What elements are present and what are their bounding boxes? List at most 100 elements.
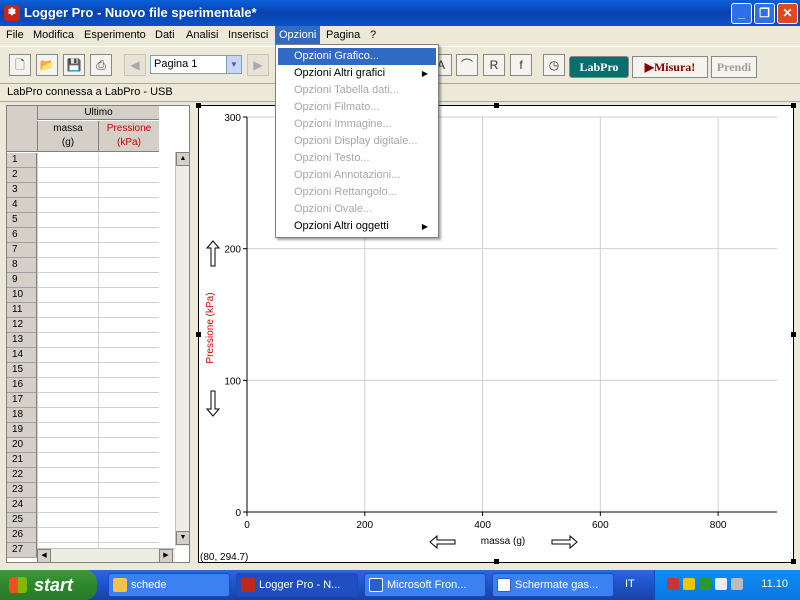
table-cell[interactable] xyxy=(98,318,159,333)
table-cell[interactable] xyxy=(37,393,98,408)
menu-opzioni[interactable]: Opzioni xyxy=(275,26,321,44)
table-cell[interactable] xyxy=(98,423,159,438)
update-icon[interactable] xyxy=(715,578,727,590)
linear-fit-icon[interactable]: R xyxy=(483,54,505,76)
y-axis-down-arrow-icon[interactable] xyxy=(205,390,221,417)
table-cell[interactable] xyxy=(37,348,98,363)
column-header-pressione[interactable]: Pressione (kPa) xyxy=(98,121,159,152)
table-cell[interactable] xyxy=(37,483,98,498)
resize-handle[interactable] xyxy=(791,332,796,337)
table-cell[interactable] xyxy=(98,408,159,423)
menu-item-opzioni-altri-grafici[interactable]: Opzioni Altri grafici ▶ xyxy=(278,65,436,82)
table-cell[interactable] xyxy=(37,243,98,258)
table-cell[interactable] xyxy=(98,513,159,528)
start-button[interactable]: start xyxy=(0,570,97,600)
row-number[interactable]: 9 xyxy=(7,273,37,288)
menu-inserisci[interactable]: Inserisci xyxy=(224,26,272,44)
row-number[interactable]: 27 xyxy=(7,543,37,558)
table-cell[interactable] xyxy=(37,408,98,423)
menu-analisi[interactable]: Analisi xyxy=(182,26,222,44)
resize-handle[interactable] xyxy=(791,103,796,108)
row-number[interactable]: 19 xyxy=(7,423,37,438)
taskbar-item-schede[interactable]: schede xyxy=(108,573,230,597)
row-number[interactable]: 13 xyxy=(7,333,37,348)
table-cell[interactable] xyxy=(98,228,159,243)
curve-fit-icon[interactable]: f xyxy=(510,54,532,76)
table-cell[interactable] xyxy=(37,273,98,288)
table-cell[interactable] xyxy=(37,468,98,483)
prendi-button[interactable]: Prendi xyxy=(711,56,757,78)
table-cell[interactable] xyxy=(37,153,98,168)
taskbar-item-word[interactable]: Schermate gas... xyxy=(492,573,614,597)
volume-icon[interactable] xyxy=(731,578,743,590)
table-cell[interactable] xyxy=(37,423,98,438)
menu-item-opzioni-annotazioni[interactable]: Opzioni Annotazioni... xyxy=(278,167,436,184)
table-cell[interactable] xyxy=(98,438,159,453)
menu-item-opzioni-grafico[interactable]: Opzioni Grafico... xyxy=(278,48,436,65)
table-cell[interactable] xyxy=(98,483,159,498)
row-number[interactable]: 11 xyxy=(7,303,37,318)
row-number[interactable]: 1 xyxy=(7,153,37,168)
table-cell[interactable] xyxy=(37,378,98,393)
table-cell[interactable] xyxy=(37,198,98,213)
table-cell[interactable] xyxy=(98,183,159,198)
menu-item-opzioni-rettangolo[interactable]: Opzioni Rettangolo... xyxy=(278,184,436,201)
row-number[interactable]: 8 xyxy=(7,258,37,273)
row-number[interactable]: 6 xyxy=(7,228,37,243)
menu-help[interactable]: ? xyxy=(366,26,380,44)
x-axis-right-arrow-icon[interactable] xyxy=(551,534,578,550)
menu-modifica[interactable]: Modifica xyxy=(29,26,78,44)
row-number[interactable]: 26 xyxy=(7,528,37,543)
table-cell[interactable] xyxy=(98,258,159,273)
menu-esperimento[interactable]: Esperimento xyxy=(80,26,150,44)
title-bar[interactable]: ✽ Logger Pro - Nuovo file sperimentale* … xyxy=(0,0,800,26)
table-cell[interactable] xyxy=(98,243,159,258)
resize-handle[interactable] xyxy=(494,559,499,564)
resize-handle[interactable] xyxy=(494,103,499,108)
chevron-down-icon[interactable]: ▼ xyxy=(226,56,241,73)
table-cell[interactable] xyxy=(37,498,98,513)
row-number[interactable]: 10 xyxy=(7,288,37,303)
minimize-button[interactable]: _ xyxy=(731,3,752,24)
table-cell[interactable] xyxy=(98,468,159,483)
scroll-down-icon[interactable]: ▼ xyxy=(176,531,189,545)
table-cell[interactable] xyxy=(98,198,159,213)
data-table[interactable]: Ultimo massa (g) Pressione (kPa) 1234567… xyxy=(6,105,190,563)
row-number[interactable]: 17 xyxy=(7,393,37,408)
shield-icon[interactable] xyxy=(683,578,695,590)
row-number[interactable]: 18 xyxy=(7,408,37,423)
table-cell[interactable] xyxy=(37,513,98,528)
measure-button[interactable]: ▶Misura! xyxy=(632,56,708,78)
labpro-button[interactable]: LabPro xyxy=(569,56,629,78)
row-number[interactable]: 25 xyxy=(7,513,37,528)
row-number[interactable]: 7 xyxy=(7,243,37,258)
scroll-right-icon[interactable]: ▶ xyxy=(159,549,173,562)
timer-icon[interactable]: ◷ xyxy=(543,54,565,76)
table-cell[interactable] xyxy=(37,288,98,303)
menu-item-opzioni-filmato[interactable]: Opzioni Filmato... xyxy=(278,99,436,116)
print-icon[interactable]: ⎙ xyxy=(90,54,112,76)
table-cell[interactable] xyxy=(98,288,159,303)
tangent-icon[interactable]: ⌒ xyxy=(456,54,478,76)
table-horizontal-scrollbar[interactable]: ◀ ▶ xyxy=(37,548,175,562)
menu-file[interactable]: File xyxy=(2,26,28,44)
close-button[interactable]: ✕ xyxy=(777,3,798,24)
row-number[interactable]: 22 xyxy=(7,468,37,483)
table-cell[interactable] xyxy=(37,528,98,543)
menu-dati[interactable]: Dati xyxy=(151,26,179,44)
table-cell[interactable] xyxy=(37,303,98,318)
table-cell[interactable] xyxy=(98,168,159,183)
language-indicator[interactable]: IT xyxy=(625,578,635,590)
y-axis-up-arrow-icon[interactable] xyxy=(205,240,221,267)
table-cell[interactable] xyxy=(98,333,159,348)
scroll-left-icon[interactable]: ◀ xyxy=(37,549,51,562)
resize-handle[interactable] xyxy=(791,559,796,564)
table-cell[interactable] xyxy=(37,258,98,273)
table-cell[interactable] xyxy=(37,453,98,468)
save-icon[interactable]: 💾 xyxy=(63,54,85,76)
table-cell[interactable] xyxy=(37,333,98,348)
table-cell[interactable] xyxy=(98,213,159,228)
row-number[interactable]: 20 xyxy=(7,438,37,453)
table-cell[interactable] xyxy=(98,528,159,543)
table-vertical-scrollbar[interactable]: ▲ ▼ xyxy=(175,152,189,546)
